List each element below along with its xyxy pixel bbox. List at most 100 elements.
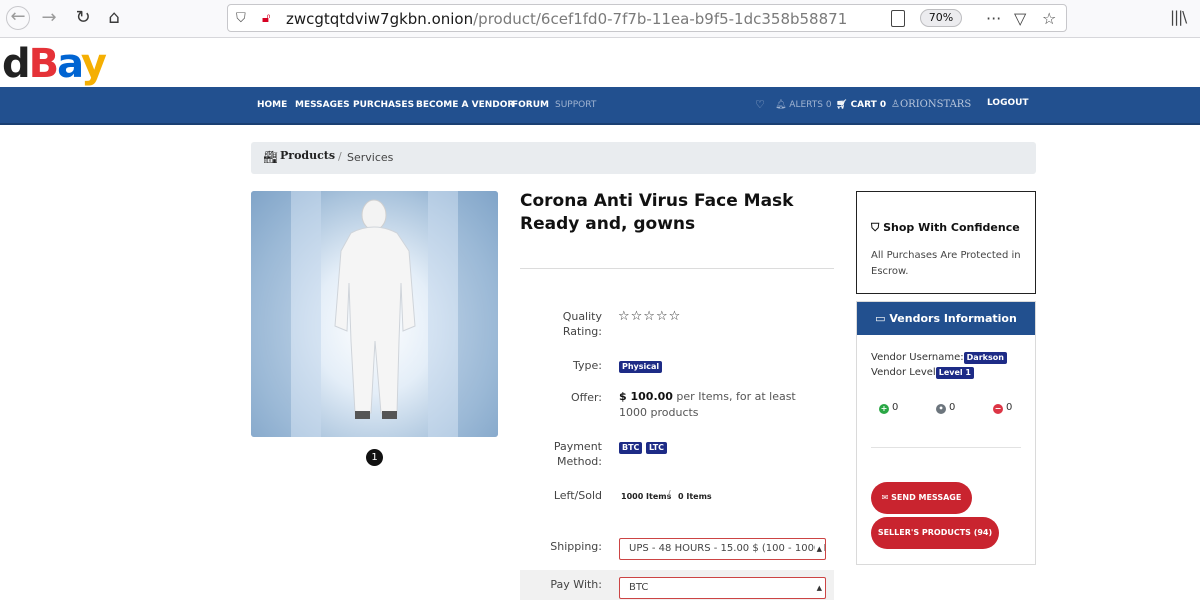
logo-letter: y [80, 41, 107, 87]
neutral-circle-icon: • [936, 404, 946, 414]
shop-confidence-box: ⛉ Shop With Confidence All Purchases Are… [856, 191, 1036, 294]
url-text[interactable]: zwcgtqtdviw7gkbn.onion/product/6cef1fd0-… [286, 10, 847, 28]
paywith-value: BTC [629, 582, 649, 593]
reload-icon[interactable]: ↻ [72, 7, 94, 29]
nav-support[interactable]: SUPPORT [555, 100, 596, 110]
vendor-level-row: Vendor Level Level 1 [871, 367, 974, 379]
protective-gown-illustration [251, 191, 498, 437]
zoom-level[interactable]: 70% [920, 9, 962, 27]
sellers-products-button[interactable]: SELLER'S PRODUCTS (94) [871, 517, 999, 549]
image-page-indicator[interactable]: 1 [366, 449, 383, 466]
shipping-value: UPS - 48 HOURS - 15.00 $ (100 - 1000 Ite… [629, 543, 825, 554]
product-image[interactable] [251, 191, 498, 437]
items-sold: 0 Items [678, 492, 712, 501]
cart-icon: 🛒︎ [836, 100, 851, 110]
offer-price: $ 100.00 [619, 390, 673, 403]
home-icon[interactable]: ⌂ [103, 7, 125, 29]
btc-badge: BTC [619, 442, 643, 454]
positive-count: 0 [892, 402, 899, 413]
vendor-level-label: Vendor Level [871, 367, 936, 378]
positive-feedback: +0 [879, 402, 898, 414]
paywith-label: Pay With: [550, 578, 602, 591]
items-left: 1000 Items [621, 492, 672, 501]
library-icon[interactable]: |||\ [1170, 8, 1187, 26]
vendor-username-row: Vendor Username: Darkson [871, 352, 1007, 364]
vendor-header-text: Vendors Information [889, 312, 1017, 325]
divider [520, 268, 834, 269]
shipping-select[interactable]: UPS - 48 HOURS - 15.00 $ (100 - 1000 Ite… [619, 538, 826, 560]
offer-label: Offer: [570, 391, 602, 404]
nav-user[interactable]: ♙ORIONSTARS [891, 99, 971, 110]
confidence-title-text: Shop With Confidence [883, 221, 1020, 234]
forward-icon[interactable]: → [38, 7, 60, 29]
envelope-icon: ✉ [881, 493, 892, 502]
breadcrumb: 🏭︎ Products / Services [251, 142, 1036, 174]
address-bar[interactable]: ⛉ 🔓︎ zwcgtqtdviw7gkbn.onion/product/6cef… [227, 4, 1067, 32]
logo-letter: a [57, 41, 83, 87]
neutral-count: 0 [949, 402, 956, 413]
id-card-icon: ▭ [875, 312, 890, 325]
vendor-username[interactable]: Darkson [963, 352, 1007, 364]
offer-value: $ 100.00 per Items, for at least 1000 pr… [619, 389, 819, 421]
logo-letter: B [28, 41, 59, 87]
username-label: ORIONSTARS [899, 99, 972, 110]
type-label: Type: [573, 359, 602, 372]
chevron-down-icon: ▲▼ [814, 539, 822, 559]
breadcrumb-products[interactable]: Products [280, 149, 335, 162]
divider [871, 447, 1021, 448]
reader-view-icon[interactable] [891, 10, 905, 27]
confidence-text: All Purchases Are Protected in Escrow. [871, 250, 1021, 277]
type-value: Physical [619, 358, 663, 374]
vendor-info-box: ▭ Vendors Information Vendor Username: Da… [856, 301, 1036, 565]
breadcrumb-separator: / [338, 150, 342, 163]
site-logo[interactable]: dBay [2, 41, 107, 87]
url-host: zwcgtqtdviw7gkbn.onion [286, 10, 474, 28]
nav-become-vendor[interactable]: BECOME A VENDOR [416, 100, 514, 110]
back-icon[interactable]: ← [6, 6, 30, 30]
ltc-badge: LTC [645, 442, 668, 454]
send-message-label: SEND MESSAGE [891, 493, 962, 502]
leftsold-label: Left/Sold [553, 489, 602, 502]
negative-count: 0 [1006, 402, 1013, 413]
insecure-lock-icon[interactable]: 🔓︎ [262, 11, 270, 26]
send-message-button[interactable]: ✉ SEND MESSAGE [871, 482, 972, 514]
nav-alerts[interactable]: 🔔︎ ALERTS 0 [775, 100, 832, 110]
pocket-icon[interactable]: ▽ [1014, 9, 1026, 28]
vendor-level: Level 1 [935, 367, 974, 379]
user-icon: ♙ [891, 99, 900, 110]
nav-home[interactable]: HOME [257, 100, 287, 110]
shield-icon: ⛉ [871, 221, 884, 234]
rating-stars: ☆☆☆☆☆ [618, 309, 682, 324]
shipping-label: Shipping: [550, 540, 602, 553]
factory-icon: 🏭︎ [263, 150, 279, 164]
alerts-label: ALERTS 0 [789, 100, 832, 110]
negative-feedback: −0 [993, 402, 1012, 414]
payment-methods: BTC LTC [619, 439, 668, 455]
nav-messages[interactable]: MESSAGES [295, 100, 350, 110]
bell-icon: 🔔︎ [775, 100, 790, 110]
more-actions-icon[interactable]: ··· [986, 9, 1001, 28]
shield-icon[interactable]: ⛉ [236, 11, 246, 26]
payment-label: Payment Method: [553, 440, 602, 468]
product-title: Corona Anti Virus Face Mask Ready and, g… [520, 191, 794, 234]
vendor-username-label: Vendor Username: [871, 352, 964, 363]
plus-circle-icon: + [879, 404, 889, 414]
nav-purchases[interactable]: PURCHASES [353, 100, 414, 110]
nav-logout[interactable]: LOGOUT [987, 98, 1029, 108]
logo-letter: d [2, 41, 31, 87]
breadcrumb-current: Services [347, 151, 394, 164]
nav-cart[interactable]: 🛒︎ CART 0 [836, 100, 886, 110]
url-path: /product/6cef1fd0-7f7b-11ea-b9f5-1dc358b… [473, 10, 848, 28]
paywith-select[interactable]: BTC ▲▼ [619, 577, 826, 599]
nav-forum[interactable]: FORUM [512, 100, 549, 110]
minus-circle-icon: − [993, 404, 1003, 414]
heart-icon[interactable]: ♡ [755, 98, 765, 111]
vendor-header: ▭ Vendors Information [857, 302, 1035, 335]
bookmark-star-icon[interactable]: ☆ [1042, 9, 1056, 28]
neutral-feedback: • 0 [936, 402, 955, 414]
main-navigation: HOME MESSAGES PURCHASES BECOME A VENDOR … [0, 87, 1200, 125]
quality-label: Quality Rating: [562, 310, 602, 338]
type-badge: Physical [619, 361, 663, 373]
chevron-down-icon: ▲▼ [814, 578, 822, 598]
cart-label: CART 0 [850, 100, 887, 110]
